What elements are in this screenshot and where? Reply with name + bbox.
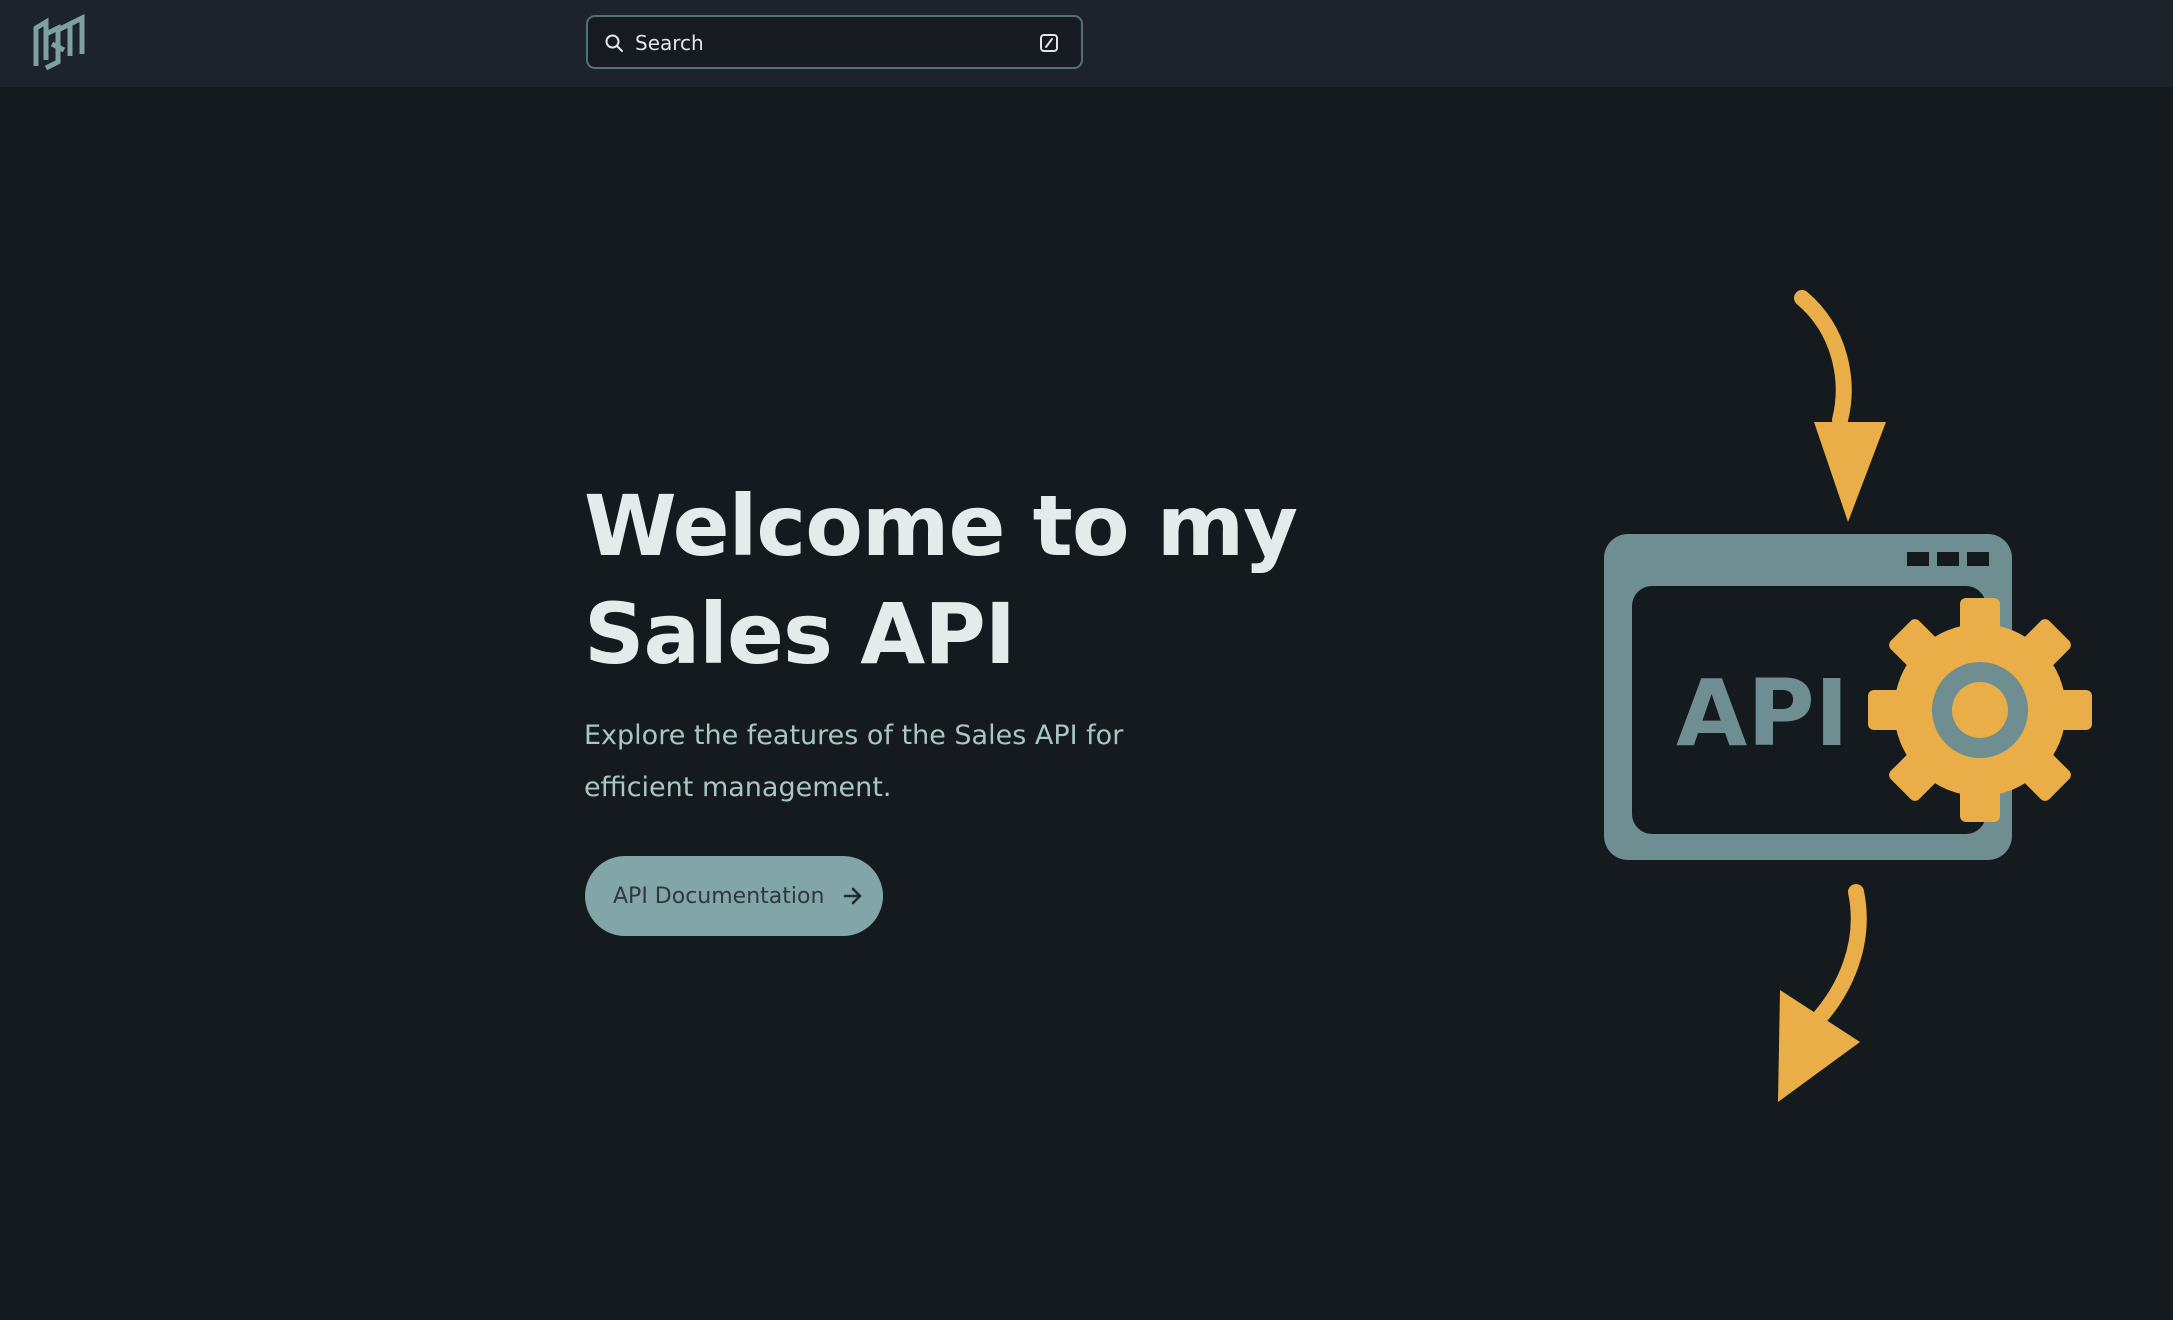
api-illustration-label: API	[1676, 660, 1849, 767]
hero-subtitle: Explore the features of the Sales API fo…	[584, 720, 1124, 803]
search-placeholder: Search	[635, 31, 704, 55]
top-navigation-bar: Search	[0, 0, 2173, 87]
nsm-logo-icon[interactable]	[32, 13, 86, 71]
hero-title: Welcome to my Sales API	[584, 477, 1298, 683]
search-input[interactable]: Search	[586, 15, 1083, 69]
arrow-down-icon	[1794, 290, 1852, 428]
search-icon	[605, 34, 623, 52]
api-documentation-button[interactable]: API Documentation	[585, 856, 883, 936]
api-documentation-label: API Documentation	[613, 883, 825, 909]
slash-key-icon	[1040, 34, 1058, 52]
api-gear-illustration: API	[1590, 290, 2110, 1110]
arrow-right-icon	[844, 887, 862, 905]
arrow-down-left-icon	[1802, 884, 1867, 1036]
